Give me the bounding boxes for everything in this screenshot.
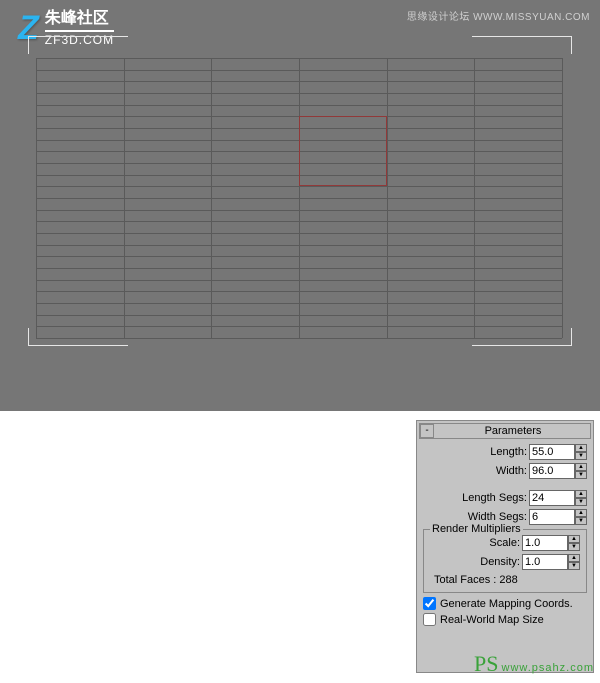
scale-input[interactable] [522,535,568,551]
spinner-up-icon[interactable]: ▲ [575,490,587,498]
length-spinner[interactable]: ▲ ▼ [529,444,587,460]
width-segs-input[interactable] [529,509,575,525]
spinner-up-icon[interactable]: ▲ [568,535,580,543]
length-input[interactable] [529,444,575,460]
spinner-up-icon[interactable]: ▲ [575,463,587,471]
length-segs-input[interactable] [529,490,575,506]
generate-mapping-label: Generate Mapping Coords. [440,598,573,610]
spinner-up-icon[interactable]: ▲ [575,509,587,517]
selection-box[interactable] [299,116,387,186]
spinner-down-icon[interactable]: ▼ [575,471,587,479]
length-label: Length: [490,446,527,458]
spinner-up-icon[interactable]: ▲ [575,444,587,452]
forum-watermark: 思缘设计论坛 WWW.MISSYUAN.COM [407,8,590,23]
logo-cn-text: 朱峰社区 [45,10,114,28]
real-world-row[interactable]: Real-World Map Size [423,613,587,626]
length-segs-spinner[interactable]: ▲ ▼ [529,490,587,506]
total-faces-label: Total Faces : 288 [426,572,584,590]
watermark-url: www.psahz.com [502,662,594,674]
scale-spinner[interactable]: ▲ ▼ [522,535,580,551]
density-label: Density: [480,556,520,568]
spinner-up-icon[interactable]: ▲ [568,554,580,562]
width-spinner[interactable]: ▲ ▼ [529,463,587,479]
rollout-header[interactable]: - Parameters [419,423,591,439]
watermark: PS www.psahz.com [474,651,594,677]
real-world-label: Real-World Map Size [440,614,544,626]
spinner-down-icon[interactable]: ▼ [575,452,587,460]
plane-geometry[interactable] [36,58,562,338]
viewport[interactable]: 思缘设计论坛 WWW.MISSYUAN.COM Z 朱峰社区 ZF3D.COM [0,0,600,411]
spinner-down-icon[interactable]: ▼ [568,562,580,570]
render-multipliers-label: Render Multipliers [430,523,523,535]
generate-mapping-checkbox[interactable] [423,597,436,610]
render-multipliers-group: Render Multipliers Scale: ▲ ▼ Density: ▲… [423,529,587,593]
density-input[interactable] [522,554,568,570]
parameters-panel: - Parameters Length: ▲ ▼ Width: ▲ ▼ Leng… [416,420,594,673]
density-spinner[interactable]: ▲ ▼ [522,554,580,570]
width-segs-label: Width Segs: [468,511,527,523]
width-segs-spinner[interactable]: ▲ ▼ [529,509,587,525]
spinner-down-icon[interactable]: ▼ [568,543,580,551]
spinner-down-icon[interactable]: ▼ [575,498,587,506]
spinner-down-icon[interactable]: ▼ [575,517,587,525]
real-world-checkbox[interactable] [423,613,436,626]
ps-logo-icon: PS [474,651,498,676]
width-label: Width: [496,465,527,477]
scale-label: Scale: [489,537,520,549]
length-segs-label: Length Segs: [462,492,527,504]
rollout-title: Parameters [436,425,590,437]
collapse-button[interactable]: - [420,424,434,438]
generate-mapping-row[interactable]: Generate Mapping Coords. [423,597,587,610]
width-input[interactable] [529,463,575,479]
